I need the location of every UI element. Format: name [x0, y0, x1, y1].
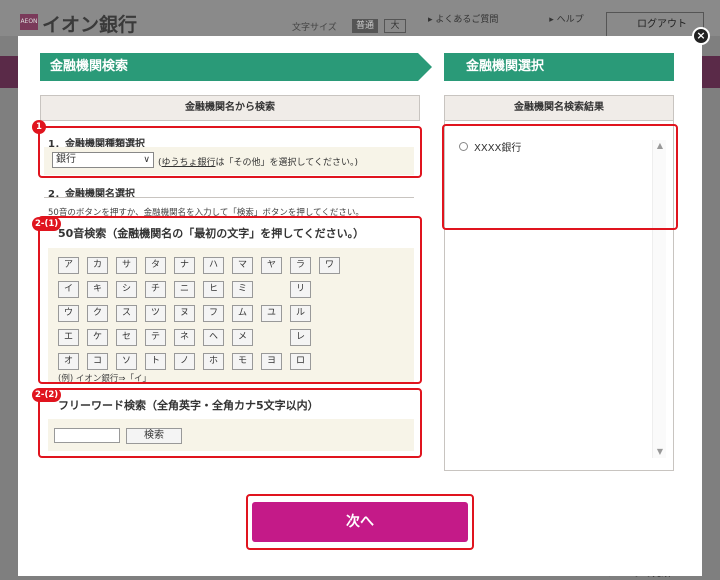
annotation-badge-1: 1 [32, 120, 46, 134]
site-logo: イオン銀行 [42, 14, 138, 36]
font-size-label: 文字サイズ [292, 23, 337, 33]
search-panel-header: 金融機関名から検索 [40, 95, 420, 121]
annotation-box-results [442, 124, 678, 230]
annotation-box-2-2 [38, 388, 422, 458]
results-panel-header: 金融機関名検索結果 [444, 95, 674, 121]
annotation-badge-2-1: 2-(1) [32, 217, 62, 231]
font-size-large-button[interactable]: 大 [384, 19, 406, 33]
step-bank-search: 金融機関検索 [40, 53, 418, 81]
step-arrow-icon [418, 53, 432, 81]
help-link[interactable]: ▸ ヘルプ [549, 15, 607, 25]
annotation-badge-2-2: 2-(2) [32, 388, 62, 402]
annotation-box-2-1 [38, 216, 422, 384]
annotation-box-next [246, 494, 474, 550]
font-size-standard-button[interactable]: 普通 [352, 19, 378, 33]
scroll-down-icon[interactable]: ▼ [653, 446, 667, 458]
step-bank-select: 金融機関選択 [444, 53, 674, 81]
aeon-logo-icon: AEON [20, 14, 38, 30]
annotation-box-1 [38, 126, 422, 178]
logout-label: ログアウト [637, 19, 687, 30]
close-icon[interactable]: × [692, 27, 710, 45]
faq-link[interactable]: ▸ よくあるご質問 [428, 15, 522, 25]
header-links: ▸ よくあるご質問 ▸ ヘルプ [428, 12, 632, 25]
logout-button[interactable]: ログアウト [606, 12, 704, 38]
divider [44, 197, 414, 198]
